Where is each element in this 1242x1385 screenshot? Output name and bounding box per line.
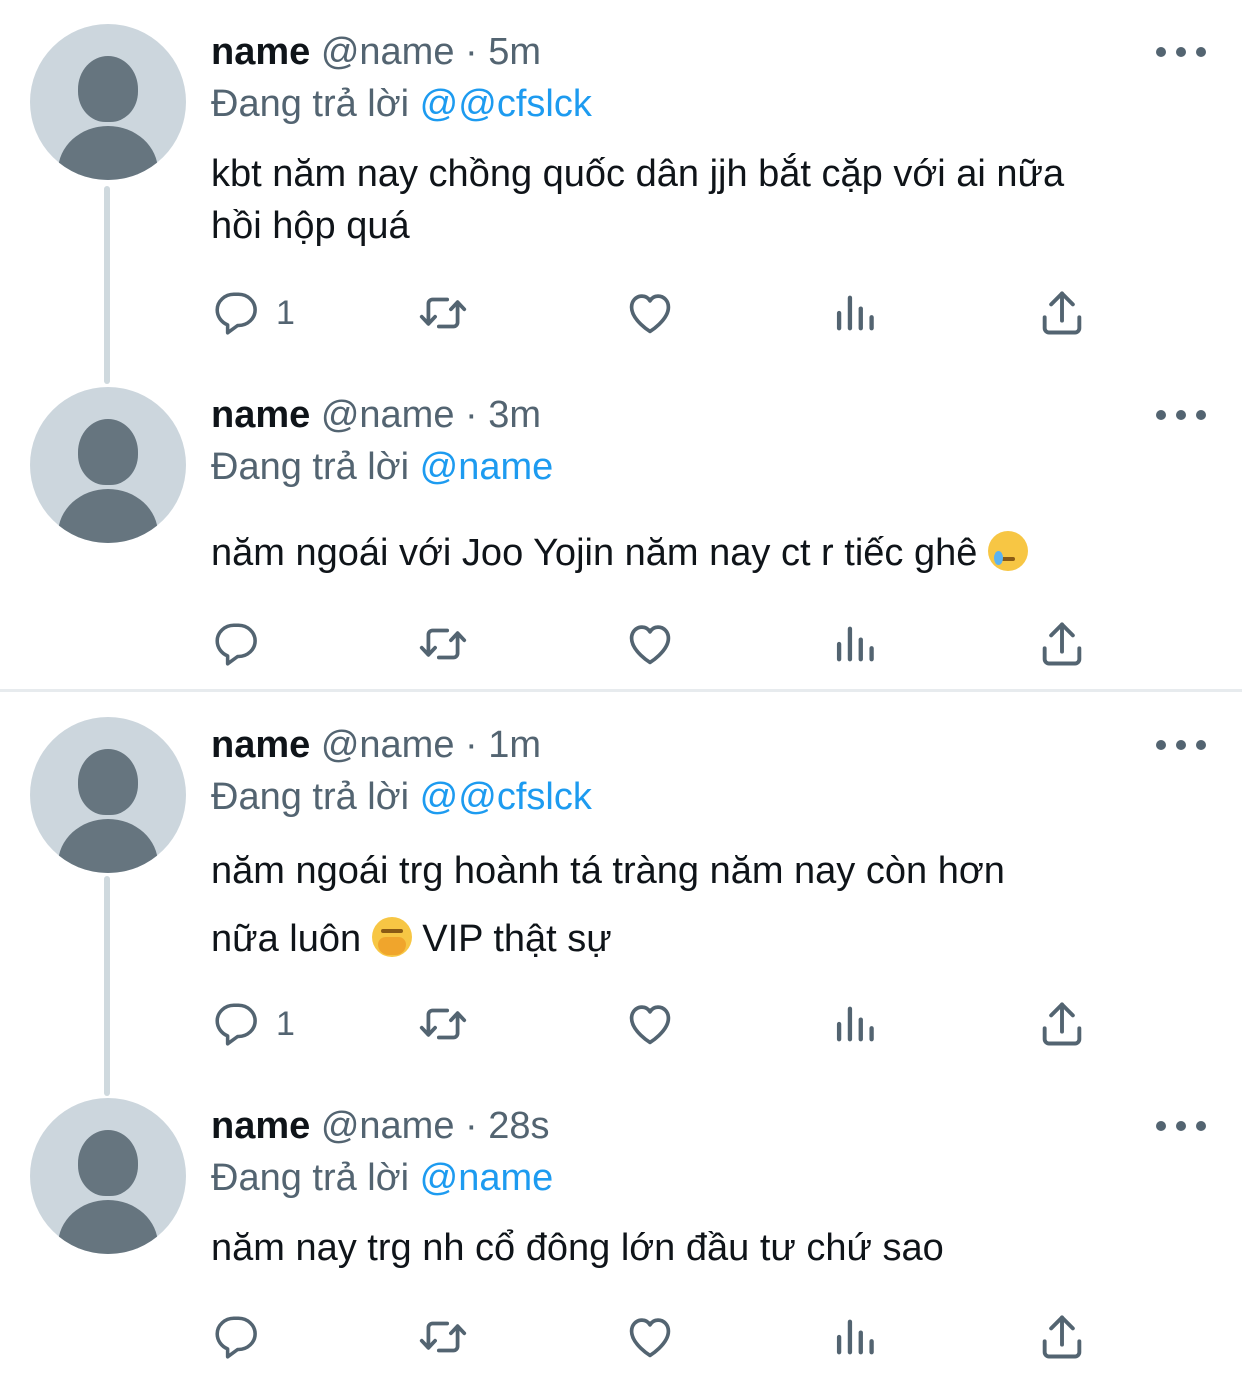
bar-chart-icon — [830, 1311, 882, 1363]
heart-icon — [624, 998, 676, 1050]
retweet-button[interactable] — [416, 994, 470, 1054]
share-upload-icon — [1036, 618, 1088, 670]
reply-count: 1 — [276, 1004, 295, 1043]
share-upload-icon — [1036, 1311, 1088, 1363]
tweet-header: name @name · 28s — [211, 1102, 550, 1150]
like-button[interactable] — [624, 283, 676, 343]
reply-button[interactable] — [212, 614, 276, 674]
tweet-text-line: VIP thật sự — [422, 918, 612, 960]
replying-to-handle[interactable]: @name — [420, 446, 554, 488]
display-name[interactable]: name — [211, 1105, 310, 1147]
replying-to: Đang trả lời @@cfslck — [211, 773, 592, 821]
tweet-text-line: năm ngoái với Joo Yojin năm nay ct r tiế… — [211, 532, 978, 574]
replying-to-label: Đang trả lời — [211, 83, 410, 125]
retweet-button[interactable] — [416, 283, 470, 343]
views-button[interactable] — [830, 614, 882, 674]
bar-chart-icon — [830, 618, 882, 670]
like-button[interactable] — [624, 994, 676, 1054]
more-dots-icon[interactable] — [1156, 405, 1206, 425]
tweet-text-line: hồi hộp quá — [211, 205, 410, 247]
speech-bubble-icon — [212, 619, 262, 669]
avatar[interactable] — [30, 24, 186, 180]
replying-to-label: Đang trả lời — [211, 1157, 410, 1199]
views-button[interactable] — [830, 1307, 882, 1367]
share-button[interactable] — [1036, 1307, 1088, 1367]
reply-button[interactable] — [212, 1307, 276, 1367]
heart-icon — [624, 287, 676, 339]
tweet-text: kbt năm nay chồng quốc dân jjh bắt cặp v… — [211, 148, 1211, 252]
action-bar — [0, 1307, 1242, 1367]
tweet-text-line: năm nay trg nh cổ đông lớn đầu tư chứ sa… — [211, 1227, 944, 1269]
retweet-icon — [416, 999, 470, 1049]
action-bar: 1 — [0, 283, 1242, 343]
tweet-text-line: nữa luôn — [211, 918, 362, 960]
tweet[interactable]: name @name · 28s Đang trả lời @name năm … — [0, 1074, 1242, 1385]
heart-icon — [624, 1311, 676, 1363]
action-bar — [0, 614, 1242, 674]
face-with-hand-over-mouth-emoji — [371, 917, 412, 957]
speech-bubble-icon — [212, 288, 262, 338]
share-button[interactable] — [1036, 994, 1088, 1054]
handle-and-time: @name · 3m — [320, 394, 542, 436]
replying-to-handle[interactable]: @name — [420, 1157, 554, 1199]
reply-count: 1 — [276, 293, 295, 332]
replying-to-label: Đang trả lời — [211, 776, 410, 818]
share-upload-icon — [1036, 998, 1088, 1050]
reply-button[interactable]: 1 — [212, 283, 295, 343]
tweet-header: name @name · 1m — [211, 721, 541, 769]
heart-icon — [624, 618, 676, 670]
bar-chart-icon — [830, 287, 882, 339]
replying-to-handle[interactable]: @@cfslck — [420, 83, 592, 125]
share-upload-icon — [1036, 287, 1088, 339]
retweet-icon — [416, 288, 470, 338]
tweet-text: năm nay trg nh cổ đông lớn đầu tư chứ sa… — [211, 1222, 1211, 1274]
handle-and-time: @name · 5m — [320, 31, 542, 73]
avatar[interactable] — [30, 717, 186, 873]
more-dots-icon[interactable] — [1156, 42, 1206, 62]
views-button[interactable] — [830, 283, 882, 343]
action-bar: 1 — [0, 994, 1242, 1054]
share-button[interactable] — [1036, 283, 1088, 343]
display-name[interactable]: name — [211, 394, 310, 436]
retweet-button[interactable] — [416, 614, 470, 674]
retweet-button[interactable] — [416, 1307, 470, 1367]
display-name[interactable]: name — [211, 724, 310, 766]
handle-and-time: @name · 28s — [320, 1105, 550, 1147]
more-dots-icon[interactable] — [1156, 735, 1206, 755]
replying-to: Đang trả lời @name — [211, 443, 553, 491]
thread-divider — [0, 689, 1242, 692]
retweet-icon — [416, 1312, 470, 1362]
retweet-icon — [416, 619, 470, 669]
handle-and-time: @name · 1m — [320, 724, 542, 766]
bar-chart-icon — [830, 998, 882, 1050]
speech-bubble-icon — [212, 999, 262, 1049]
tweet[interactable]: name @name · 5m Đang trả lời @@cfslck kb… — [0, 0, 1242, 360]
tweet-text-line-wrap: nữa luôn VIP thật sự — [211, 905, 1211, 973]
replying-to-handle[interactable]: @@cfslck — [420, 776, 592, 818]
tweet-header: name @name · 3m — [211, 391, 541, 439]
views-button[interactable] — [830, 994, 882, 1054]
like-button[interactable] — [624, 1307, 676, 1367]
speech-bubble-icon — [212, 1312, 262, 1362]
tweet-text: năm ngoái trg hoành tá tràng năm nay còn… — [211, 837, 1211, 973]
tweet[interactable]: name @name · 3m Đang trả lời @name năm n… — [0, 363, 1242, 683]
tweet-text: năm ngoái với Joo Yojin năm nay ct r tiế… — [211, 527, 1211, 579]
tweet-text-line: kbt năm nay chồng quốc dân jjh bắt cặp v… — [211, 153, 1065, 195]
replying-to: Đang trả lời @name — [211, 1154, 553, 1202]
more-dots-icon[interactable] — [1156, 1116, 1206, 1136]
share-button[interactable] — [1036, 614, 1088, 674]
tweet-text-line: năm ngoái trg hoành tá tràng năm nay còn… — [211, 850, 1005, 892]
tweet-header: name @name · 5m — [211, 28, 541, 76]
reply-button[interactable]: 1 — [212, 994, 295, 1054]
replying-to-label: Đang trả lời — [211, 446, 410, 488]
like-button[interactable] — [624, 614, 676, 674]
avatar[interactable] — [30, 1098, 186, 1254]
replying-to: Đang trả lời @@cfslck — [211, 80, 592, 128]
avatar[interactable] — [30, 387, 186, 543]
face-holding-back-tears-emoji — [987, 531, 1028, 571]
tweet[interactable]: name @name · 1m Đang trả lời @@cfslck nă… — [0, 693, 1242, 1073]
display-name[interactable]: name — [211, 31, 310, 73]
